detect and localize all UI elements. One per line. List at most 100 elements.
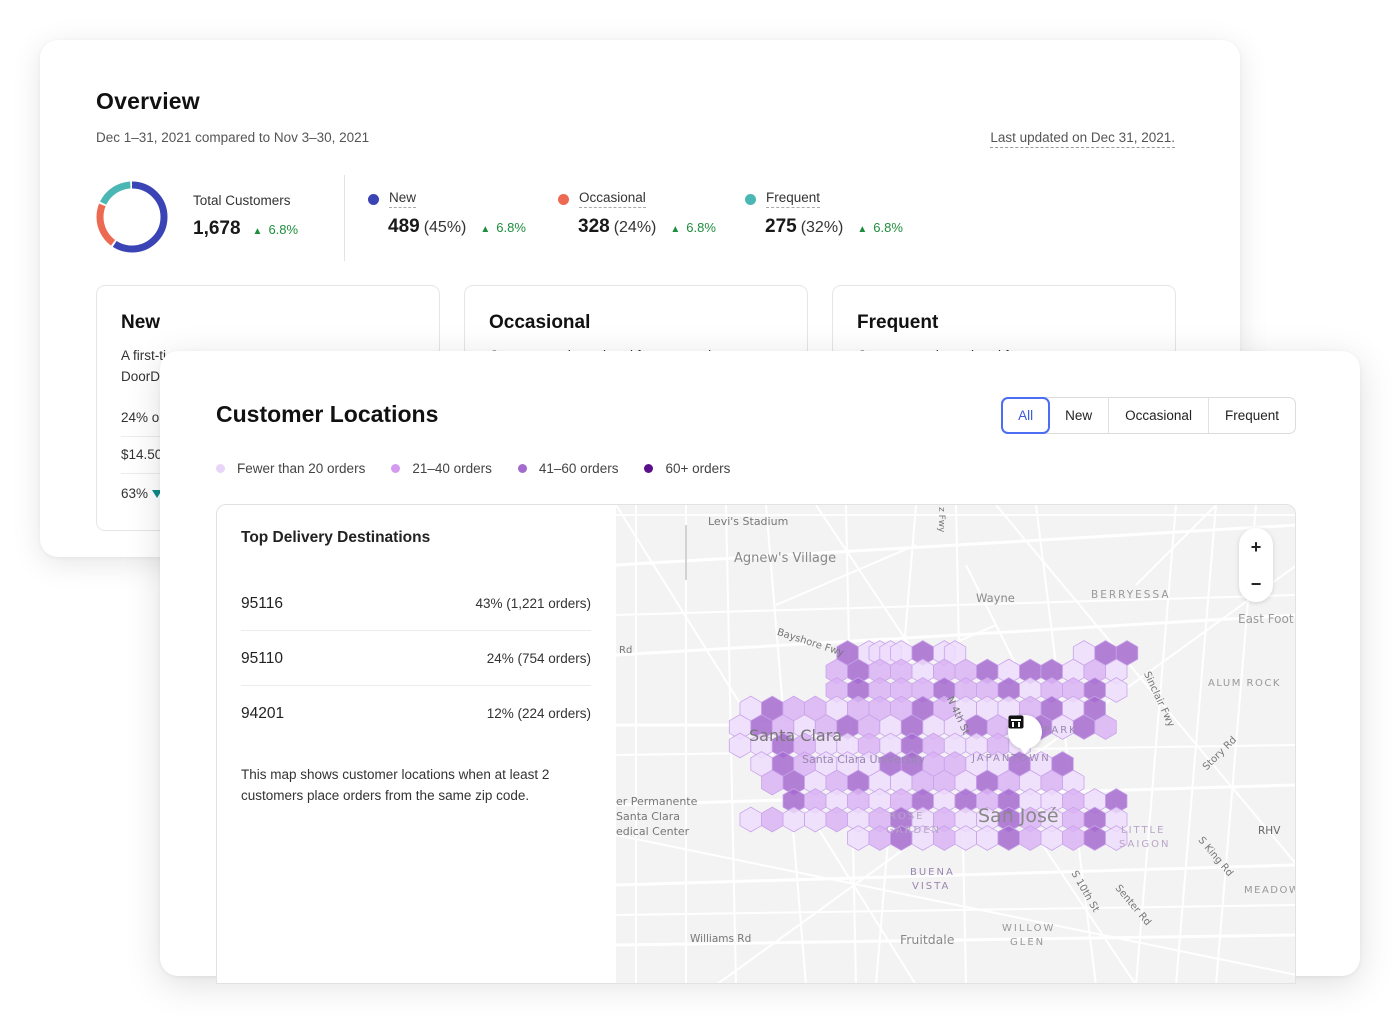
segment-new: New 489 (45%) ▲ 6.8%: [368, 190, 526, 238]
hex-cell[interactable]: [1019, 825, 1042, 851]
map-label: edical Center: [616, 825, 690, 838]
total-customers-label: Total Customers: [193, 193, 291, 208]
hex-cell[interactable]: [728, 732, 752, 759]
card-stat: 63%: [121, 486, 163, 501]
zoom-out-button[interactable]: −: [1251, 575, 1262, 593]
up-arrow-icon: ▲: [670, 224, 681, 235]
destination-row: 95116 43% (1,221 orders): [241, 576, 591, 631]
map-label: BUENA: [910, 867, 955, 878]
customers-donut-chart: [96, 181, 168, 253]
map-label: GLEN: [1010, 937, 1046, 948]
map-label: Santa Clara University: [802, 753, 925, 766]
hex-cell[interactable]: [976, 825, 999, 851]
map-label: San José: [978, 805, 1059, 827]
segment-delta: ▲ 6.8%: [857, 220, 903, 235]
segment-percent: (24%): [613, 219, 657, 236]
destination-share: 12% (224 orders): [486, 706, 591, 721]
legend-dot-icon: [216, 464, 225, 473]
segment-frequent: Frequent 275 (32%) ▲ 6.8%: [745, 190, 903, 238]
order-density-legend: Fewer than 20 orders 21–40 orders 41–60 …: [216, 461, 730, 476]
hex-cell[interactable]: [1083, 825, 1106, 851]
hex-density-layer: [728, 640, 1139, 851]
hex-cell[interactable]: [739, 806, 762, 833]
up-arrow-icon: ▲: [252, 226, 263, 237]
hex-cell[interactable]: [804, 806, 827, 833]
map-label: er Permanente: [616, 795, 698, 808]
overview-title: Overview: [96, 88, 200, 114]
filter-occasional-button[interactable]: Occasional: [1108, 398, 1208, 433]
map-label: JAPANTOWN: [972, 753, 1051, 764]
storefront-icon: [1008, 715, 1024, 729]
segment-delta: ▲ 6.8%: [670, 220, 716, 235]
segment-value: 328 (24%): [578, 216, 657, 237]
hex-cell[interactable]: [1105, 677, 1128, 703]
card-title: Occasional: [489, 312, 591, 333]
map-label: Levi's Stadium: [708, 515, 789, 528]
map-note: This map shows customer locations when a…: [241, 767, 550, 803]
card-stat: $14.50: [121, 447, 163, 462]
destination-row: 94201 12% (224 orders): [241, 686, 591, 741]
map-label: GARDEN: [886, 825, 942, 836]
card-title: Frequent: [857, 312, 939, 333]
map-label: MEADOW: [1244, 885, 1296, 896]
map-label: WILLOW: [1002, 923, 1056, 934]
last-updated-text[interactable]: Last updated on Dec 31, 2021.: [990, 130, 1175, 148]
new-color-dot-icon: [368, 193, 379, 205]
up-arrow-icon: ▲: [857, 224, 868, 235]
segment-percent: (32%): [800, 219, 844, 236]
segment-name[interactable]: New: [389, 190, 417, 208]
hex-cell[interactable]: [782, 806, 805, 833]
segment-percent: (45%): [423, 219, 467, 236]
filter-frequent-button[interactable]: Frequent: [1207, 398, 1295, 433]
hex-cell[interactable]: [1062, 825, 1085, 851]
segment-name[interactable]: Occasional: [579, 190, 646, 208]
map-label: PARK: [1044, 725, 1078, 736]
hex-cell[interactable]: [1040, 825, 1063, 851]
zip-code: 95110: [241, 649, 283, 667]
hex-cell[interactable]: [997, 825, 1020, 851]
legend-item: 21–40 orders: [391, 461, 492, 476]
segment-value: 275 (32%): [765, 216, 844, 237]
customer-map[interactable]: Levi's Stadium Agnew's Village Wayne BERRYE…: [616, 505, 1296, 983]
up-arrow-icon: ▲: [480, 224, 491, 235]
total-customers-delta: ▲ 6.8%: [253, 222, 299, 237]
delta-value: 6.8%: [268, 222, 299, 237]
divider: [344, 175, 345, 261]
hex-cell[interactable]: [954, 825, 977, 851]
map-label: Williams Rd: [690, 933, 752, 945]
total-customers-block: Total Customers 1,678 ▲ 6.8%: [193, 193, 298, 240]
map-label: LITTLE: [1121, 825, 1166, 836]
map-label: SAIGON: [1119, 839, 1171, 850]
frequent-color-dot-icon: [745, 193, 756, 205]
top-destinations-title: Top Delivery Destinations: [241, 529, 431, 546]
hex-cell[interactable]: [847, 825, 870, 851]
map-label: Fruitdale: [900, 932, 955, 947]
card-title: New: [121, 312, 161, 333]
segment-name[interactable]: Frequent: [766, 190, 821, 208]
customer-locations-title: Customer Locations: [216, 401, 439, 427]
store-location-pin[interactable]: [1008, 715, 1042, 754]
map-label: Santa Clara: [749, 726, 843, 745]
zip-code: 95116: [241, 594, 283, 612]
legend-item: 41–60 orders: [517, 461, 618, 476]
occasional-color-dot-icon: [558, 193, 569, 205]
zoom-in-button[interactable]: +: [1251, 538, 1262, 556]
segment-delta: ▲ 6.8%: [480, 220, 526, 235]
zip-code: 94201: [241, 704, 285, 722]
legend-item: Fewer than 20 orders: [216, 461, 365, 476]
map-label: Agnew's Village: [734, 551, 837, 566]
map-zoom-control: + −: [1239, 528, 1273, 602]
hex-cell[interactable]: [825, 806, 848, 833]
segment-value: 489 (45%): [388, 216, 467, 237]
map-label: East Foot: [1238, 612, 1294, 626]
hex-cell[interactable]: [761, 806, 784, 833]
map-label: Rd: [619, 645, 633, 656]
filter-new-button[interactable]: New: [1049, 398, 1108, 433]
map-label: ROSE: [889, 811, 925, 822]
map-label: z Fwy: [936, 507, 946, 533]
filter-all-button[interactable]: All: [1001, 397, 1051, 434]
map-label: Wayne: [976, 591, 1015, 605]
map-label: VISTA: [912, 881, 951, 892]
destination-share: 24% (754 orders): [486, 651, 591, 666]
destination-share: 43% (1,221 orders): [475, 596, 591, 611]
